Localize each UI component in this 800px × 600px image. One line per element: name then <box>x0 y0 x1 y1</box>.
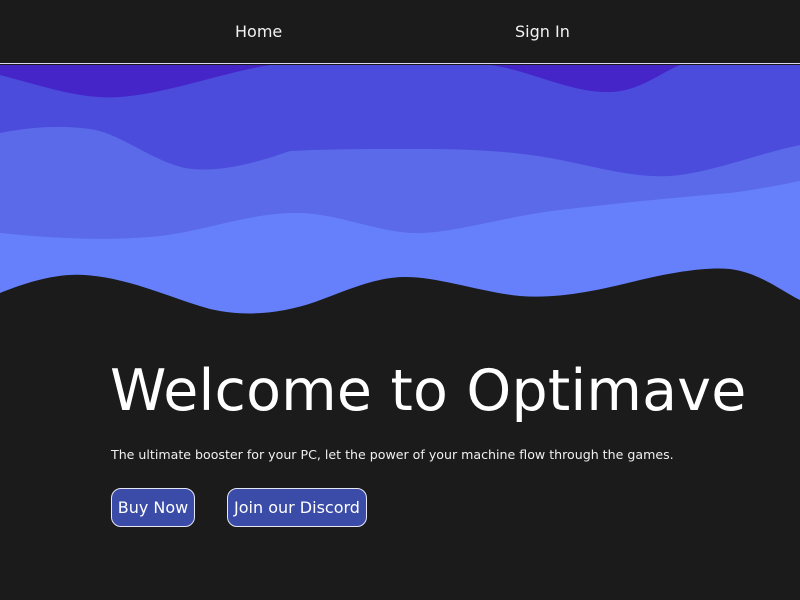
join-discord-button[interactable]: Join our Discord <box>227 488 367 527</box>
top-navbar: Home Sign In <box>0 0 800 64</box>
hero-title: Welcome to Optimave <box>110 358 747 424</box>
wave-banner <box>0 65 800 320</box>
landing-page: Home Sign In Welcome to Optimave The ult… <box>0 0 800 600</box>
nav-home-link[interactable]: Home <box>235 21 282 43</box>
nav-signin-link[interactable]: Sign In <box>515 21 570 43</box>
buy-now-button[interactable]: Buy Now <box>111 488 195 527</box>
hero-subtitle: The ultimate booster for your PC, let th… <box>111 447 674 462</box>
